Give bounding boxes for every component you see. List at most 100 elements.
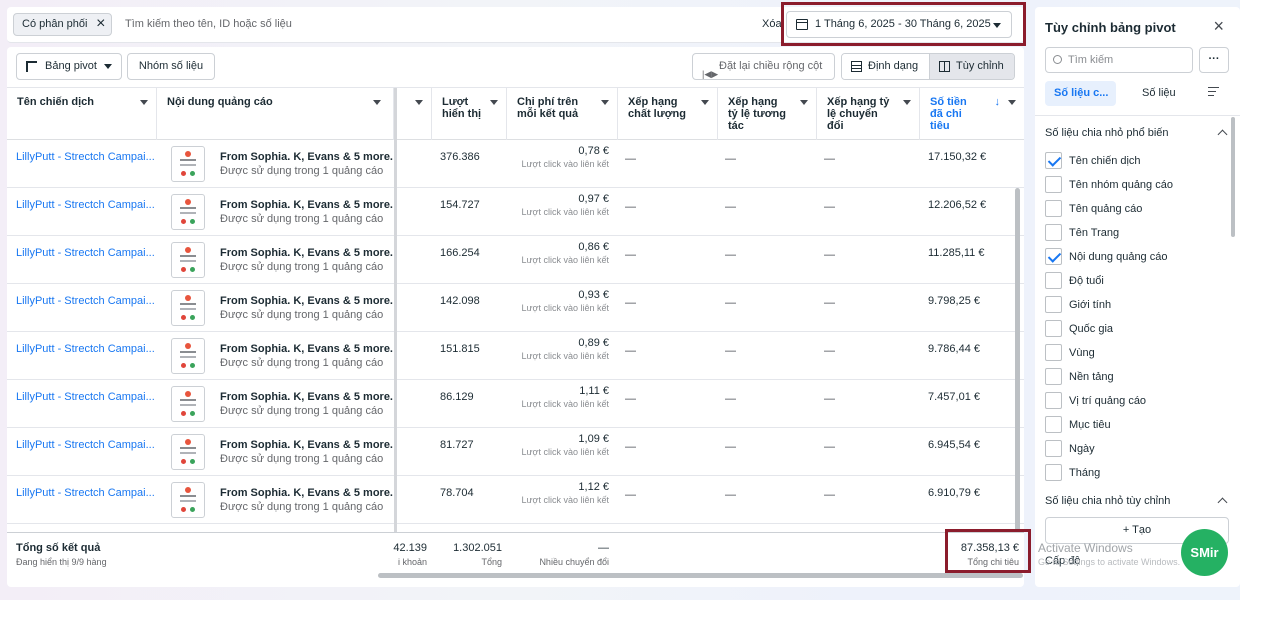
ad-thumbnail[interactable] [171, 194, 205, 230]
checkbox[interactable] [1045, 248, 1062, 265]
checkbox[interactable] [1045, 320, 1062, 337]
resize-icon: |◀▶ [702, 69, 719, 79]
breakdown-item[interactable]: Vị trí quảng cáo [1045, 392, 1225, 412]
smir-chat-button[interactable]: SMir [1181, 529, 1228, 576]
breakdown-item[interactable]: Mục tiêu [1045, 416, 1225, 436]
breakdown-item[interactable]: Nội dung quảng cáo [1045, 248, 1225, 268]
sort-arrow-down-icon[interactable]: ↓ [995, 96, 1001, 108]
table-row[interactable]: LillyPutt - Strectch Campai... From Sophi… [7, 380, 1024, 428]
table-row[interactable]: LillyPutt - Strectch Campai... From Sophi… [7, 476, 1024, 524]
horizontal-scrollbar[interactable] [378, 573, 1023, 578]
table-row[interactable]: LillyPutt - Strectch Campai... From Sophi… [7, 332, 1024, 380]
col-header-quality-rank[interactable]: Xếp hạng chất lượng [618, 88, 718, 140]
sidebar-scrollbar[interactable] [1231, 117, 1235, 237]
totals-title: Tổng số kết quả [16, 542, 101, 554]
col-header-cost-per-result[interactable]: Chi phí trên mỗi kết quả [507, 88, 618, 140]
total-impressions-caption: Tổng [481, 557, 502, 567]
col-header-amount-spent[interactable]: Số tiền đã chi tiêu ↓ [920, 88, 1024, 140]
filter-chip-delivery[interactable]: Có phân phối × [13, 13, 113, 36]
checkbox[interactable] [1045, 152, 1062, 169]
vertical-scrollbar[interactable] [1015, 188, 1020, 548]
customize-button[interactable]: Tùy chỉnh [929, 54, 1014, 79]
breakdown-item[interactable]: Tên Trang [1045, 224, 1225, 244]
group-metrics-button[interactable]: Nhóm số liệu [127, 53, 215, 80]
breakdown-item[interactable]: Ngày [1045, 440, 1225, 460]
tab-breakdowns[interactable]: Số liệu c... [1045, 81, 1116, 106]
total-cpr-caption: Nhiều chuyển đổi [539, 557, 609, 567]
checkbox[interactable] [1045, 344, 1062, 361]
chevron-up-icon[interactable] [1217, 497, 1228, 508]
breakdown-item[interactable]: Tháng [1045, 464, 1225, 484]
chevron-down-icon[interactable] [601, 100, 609, 105]
search-input[interactable]: Tìm kiếm theo tên, ID hoặc số liệu [125, 18, 292, 30]
ad-thumbnail[interactable] [171, 242, 205, 278]
table-row[interactable]: LillyPutt - Strectch Campai... From Sophi… [7, 428, 1024, 476]
chevron-down-icon[interactable] [903, 100, 911, 105]
breakdown-item-label: Tên quảng cáo [1069, 203, 1143, 215]
checkbox[interactable] [1045, 464, 1062, 481]
chevron-down-icon[interactable] [1008, 100, 1016, 105]
frozen-column-divider[interactable] [394, 88, 397, 548]
checkbox[interactable] [1045, 440, 1062, 457]
breakdown-item-label: Mục tiêu [1069, 419, 1111, 431]
chevron-down-icon[interactable] [701, 100, 709, 105]
col-header-conversion-rank[interactable]: Xếp hạng tỷ lệ chuyển đổi [817, 88, 920, 140]
common-breakdowns-heading[interactable]: Số liệu chia nhỏ phổ biến [1045, 127, 1169, 139]
chevron-down-icon[interactable] [415, 100, 423, 105]
breakdown-item[interactable]: Tên chiến dịch [1045, 152, 1225, 172]
table-row[interactable]: LillyPutt - Strectch Campai... From Sophi… [7, 188, 1024, 236]
close-icon[interactable]: × [96, 14, 105, 34]
breakdown-item[interactable]: Nền tảng [1045, 368, 1225, 388]
clear-button[interactable]: Xóa [762, 18, 782, 30]
chevron-down-icon[interactable] [490, 100, 498, 105]
pivot-table-button[interactable]: Bảng pivot [16, 53, 122, 80]
sidebar-search-input[interactable]: Tìm kiếm [1045, 47, 1193, 73]
col-header-ad-content[interactable]: Nội dung quảng cáo [157, 88, 394, 140]
close-icon[interactable]: × [1213, 16, 1224, 37]
table-row[interactable]: LillyPutt - Strectch Campai... From Sophi… [7, 140, 1024, 188]
chevron-down-icon[interactable] [140, 100, 148, 105]
checkbox[interactable] [1045, 200, 1062, 217]
checkbox[interactable] [1045, 416, 1062, 433]
breakdown-item[interactable]: Quốc gia [1045, 320, 1225, 340]
table-row[interactable]: LillyPutt - Strectch Campai... From Sophi… [7, 284, 1024, 332]
tab-metrics[interactable]: Số liệu [1142, 81, 1176, 106]
ad-thumbnail[interactable] [171, 146, 205, 182]
chevron-up-icon[interactable] [1217, 129, 1228, 140]
filter-sort-icon[interactable] [1208, 87, 1219, 98]
col-header-engagement-rank[interactable]: Xếp hạng tỷ lệ tương tác [718, 88, 817, 140]
checkbox[interactable] [1045, 224, 1062, 241]
campaign-link[interactable]: LillyPutt - Strectch Campai... [16, 487, 156, 535]
ad-thumbnail[interactable] [171, 386, 205, 422]
format-button[interactable]: Định dạng [842, 54, 929, 79]
table-row[interactable]: LillyPutt - Strectch Campai... From Sophi… [7, 236, 1024, 284]
col-header-campaign[interactable]: Tên chiến dịch [7, 88, 157, 140]
checkbox[interactable] [1045, 272, 1062, 289]
ad-thumbnail[interactable] [171, 434, 205, 470]
pivot-table-label: Bảng pivot [45, 60, 97, 72]
col-header-hidden[interactable] [397, 88, 432, 140]
chevron-down-icon[interactable] [373, 100, 381, 105]
checkbox[interactable] [1045, 296, 1062, 313]
breakdown-item[interactable]: Độ tuổi [1045, 272, 1225, 292]
checkbox[interactable] [1045, 368, 1062, 385]
chevron-down-icon[interactable] [800, 100, 808, 105]
checkbox[interactable] [1045, 176, 1062, 193]
windows-watermark-subtitle: Go to Settings to activate Windows. [1038, 557, 1181, 567]
col-header-impressions[interactable]: Lượt hiển thị [432, 88, 507, 140]
more-options-button[interactable]: ··· [1199, 47, 1229, 73]
breakdown-item[interactable]: Vùng [1045, 344, 1225, 364]
filter-chip-label: Có phân phối [22, 18, 88, 30]
reset-column-width-button[interactable]: |◀▶ Đặt lại chiều rộng cột [692, 53, 835, 80]
columns-icon [939, 61, 950, 72]
ad-thumbnail[interactable] [171, 290, 205, 326]
checkbox[interactable] [1045, 392, 1062, 409]
customize-pivot-sidebar: Tùy chỉnh bảng pivot × Tìm kiếm ··· Số l… [1035, 7, 1240, 587]
breakdown-item[interactable]: Tên quảng cáo [1045, 200, 1225, 220]
custom-breakdowns-heading[interactable]: Số liệu chia nhỏ tùy chỉnh [1045, 495, 1170, 507]
breakdown-item[interactable]: Giới tính [1045, 296, 1225, 316]
breakdown-item[interactable]: Tên nhóm quảng cáo [1045, 176, 1225, 196]
ad-thumbnail[interactable] [171, 482, 205, 518]
ad-thumbnail[interactable] [171, 338, 205, 374]
highlight-box-total [945, 529, 1031, 573]
